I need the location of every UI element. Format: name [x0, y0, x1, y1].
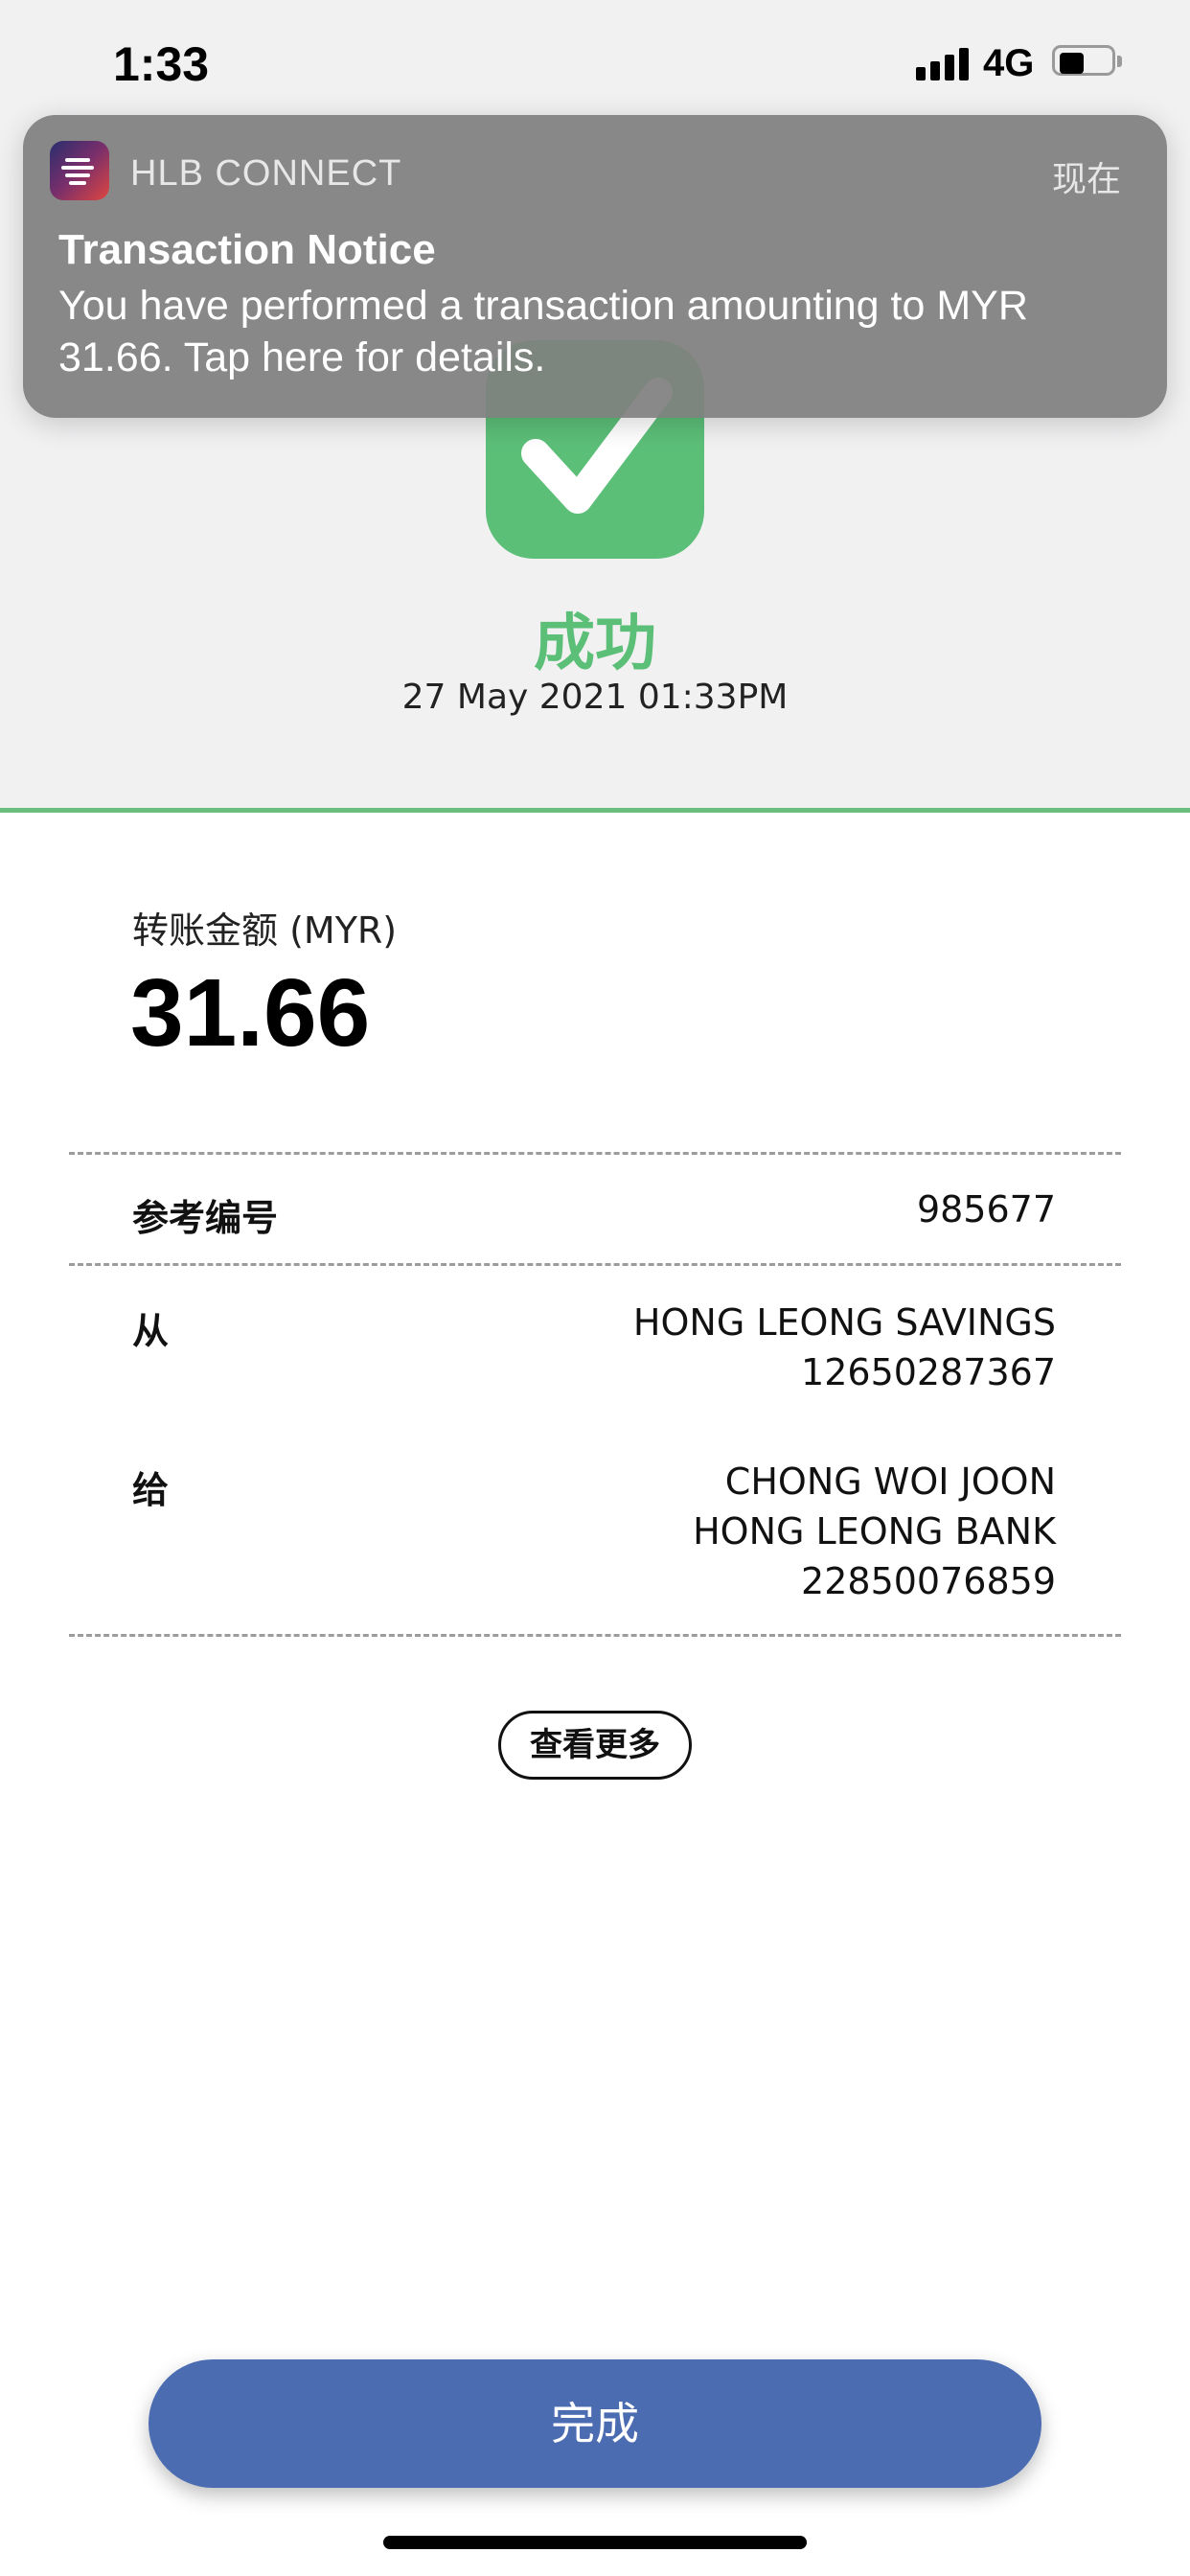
from-label: 从 [132, 1310, 170, 1352]
amount-label: 转账金额 (MYR) [132, 909, 398, 952]
done-button[interactable]: 完成 [149, 2359, 1041, 2488]
transaction-datetime: 27 May 2021 01:33PM [401, 678, 789, 717]
recipient-account-number: 22850076859 [801, 1560, 1056, 1602]
home-indicator[interactable] [383, 2536, 807, 2549]
from-value: HONG LEONG SAVINGS 12650287367 [633, 1298, 1056, 1397]
from-account-name: HONG LEONG SAVINGS [632, 1301, 1056, 1344]
status-bar-time: 1:33 [113, 37, 210, 91]
notification-time: 现在 [1051, 160, 1121, 199]
divider [69, 1152, 1121, 1155]
hlb-app-icon [50, 141, 109, 200]
status-divider [0, 808, 1190, 813]
divider [69, 1634, 1121, 1637]
battery-icon [1052, 45, 1123, 80]
notification-app-name: HLB CONNECT [130, 153, 402, 194]
notification-title: Transaction Notice [58, 226, 436, 273]
reference-label: 参考编号 [132, 1197, 279, 1239]
divider [69, 1263, 1121, 1266]
from-account-number: 12650287367 [801, 1351, 1056, 1393]
recipient-bank: HONG LEONG BANK [693, 1510, 1056, 1552]
to-label: 给 [132, 1469, 170, 1511]
notification-body: You have performed a transaction amounti… [58, 283, 1028, 380]
network-type-label: 4G [983, 42, 1035, 84]
reference-value: 985677 [916, 1188, 1056, 1230]
recipient-name: CHONG WOI JOON [724, 1460, 1056, 1503]
signal-icon [916, 46, 970, 80]
status-title: 成功 [534, 609, 656, 679]
view-more-button[interactable]: 查看更多 [498, 1711, 692, 1780]
notification-banner[interactable]: HLB CONNECT 现在 Transaction Notice You ha… [23, 115, 1167, 418]
amount-value: 31.66 [130, 959, 371, 1067]
to-value: CHONG WOI JOON HONG LEONG BANK 228500768… [693, 1457, 1056, 1606]
